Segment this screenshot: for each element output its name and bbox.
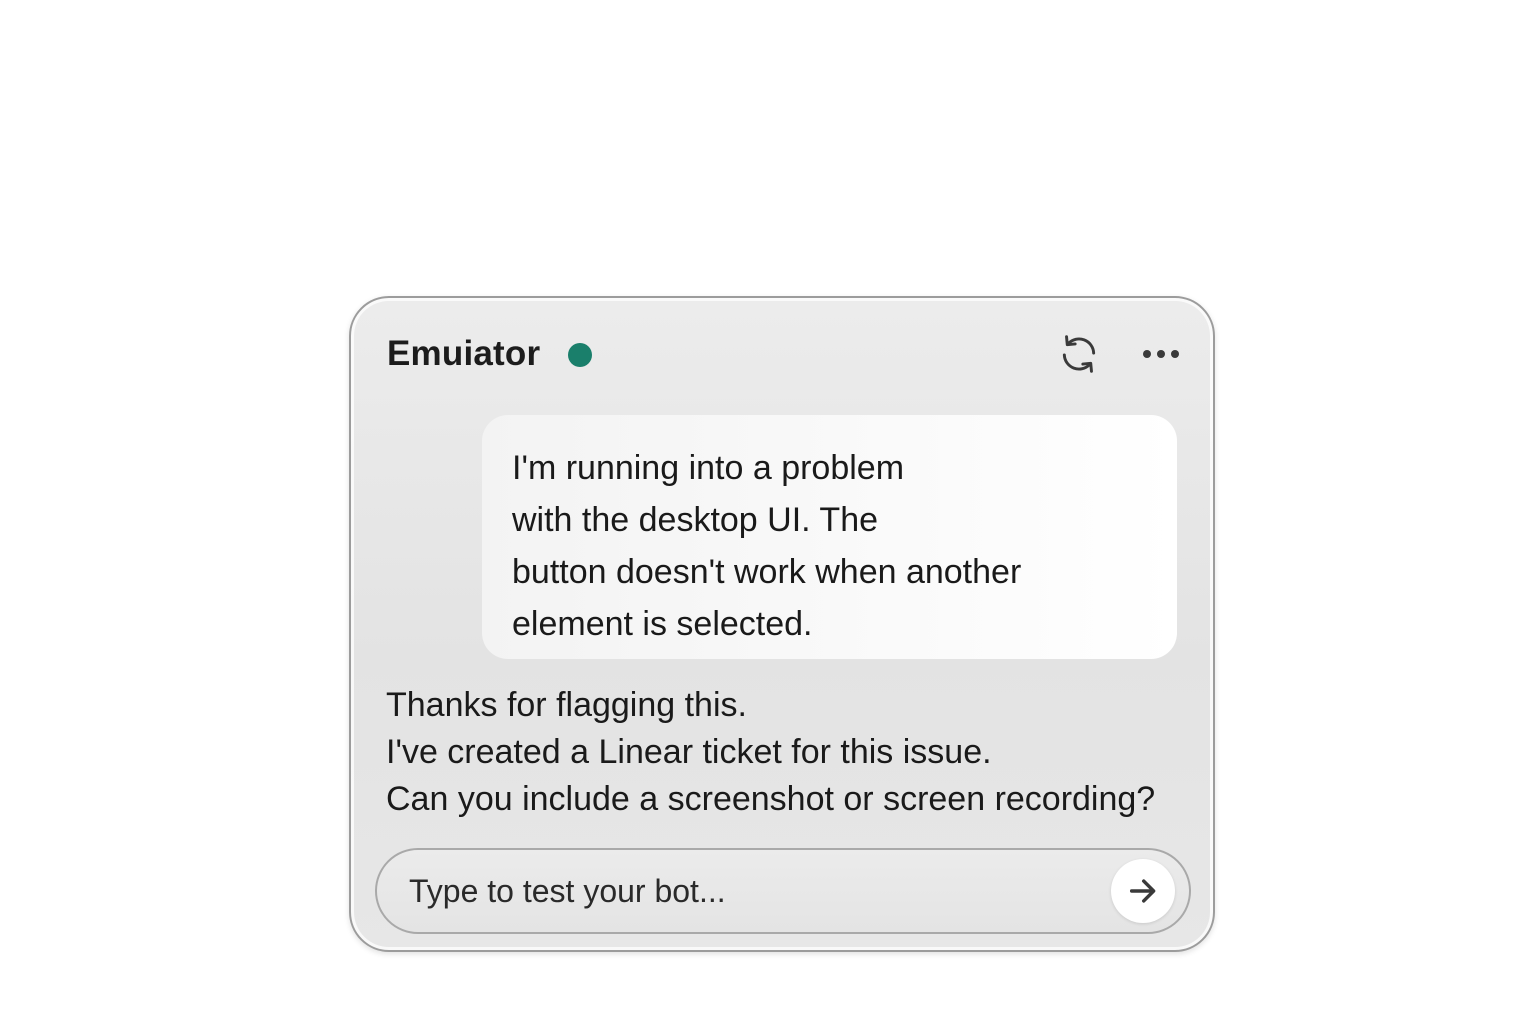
bot-reply-line: Can you include a screenshot or screen r… — [386, 780, 1156, 818]
user-message-line: element is selected. — [512, 605, 813, 643]
bot-emulator-panel: Emuiator I'm running into a problem with… — [349, 296, 1215, 952]
bot-reply-message: Thanks for flagging this. I've created a… — [386, 682, 1186, 823]
message-input[interactable] — [407, 860, 1111, 922]
user-message-line: with the desktop UI. The — [512, 501, 879, 539]
user-message-bubble: I'm running into a problem with the desk… — [482, 415, 1177, 659]
refresh-button[interactable] — [1055, 330, 1103, 378]
more-options-button[interactable] — [1139, 332, 1183, 376]
panel-title: Emuiator — [387, 334, 541, 373]
send-button[interactable] — [1111, 859, 1175, 923]
status-dot-icon — [568, 343, 593, 367]
refresh-icon — [1062, 335, 1096, 373]
user-message-line: button doesn't work when another — [512, 553, 1022, 591]
bot-reply-line: Thanks for flagging this. — [386, 686, 747, 724]
more-horizontal-icon — [1143, 350, 1179, 358]
bot-reply-line: I've created a Linear ticket for this is… — [386, 733, 992, 771]
message-composer — [375, 848, 1191, 934]
arrow-right-icon — [1129, 879, 1156, 903]
user-message-line: I'm running into a problem — [512, 449, 905, 487]
page-stage: Emuiator I'm running into a problem with… — [0, 0, 1536, 1024]
panel-header: Emuiator — [387, 326, 1179, 382]
